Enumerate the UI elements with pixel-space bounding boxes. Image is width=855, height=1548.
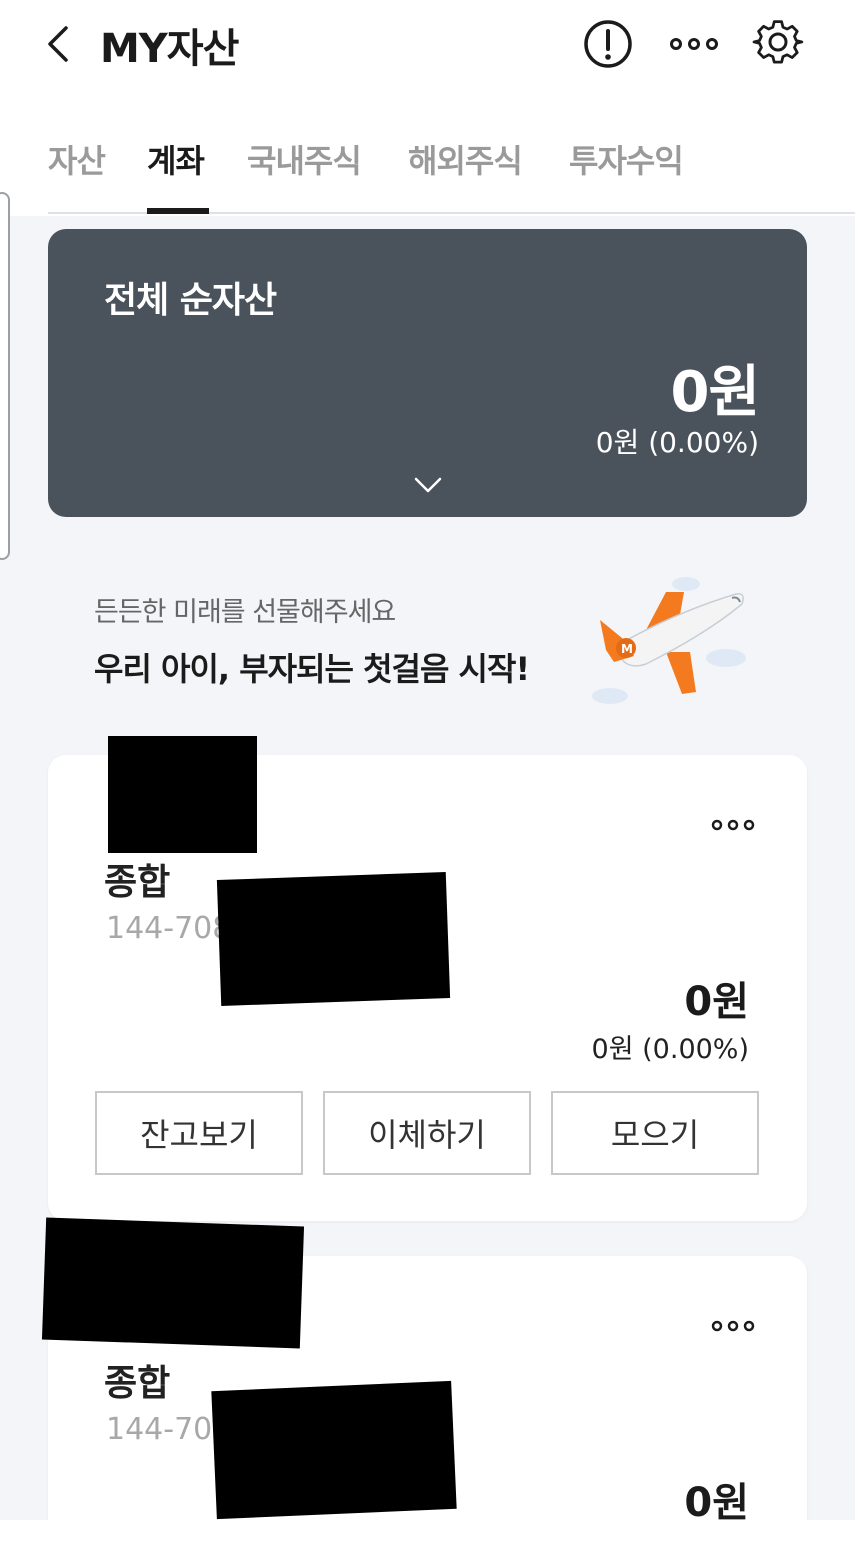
app-header: MY자산 자산 계좌 국내주식 해외주식 투자수익 xyxy=(0,0,855,216)
chevron-down-icon[interactable] xyxy=(412,473,444,497)
net-assets-title: 전체 순자산 xyxy=(104,280,277,321)
redaction-block xyxy=(41,1217,305,1349)
back-icon[interactable] xyxy=(40,22,80,66)
account-type: 종합 xyxy=(104,1363,171,1404)
promo-subtitle: 든든한 미래를 선물해주세요 xyxy=(94,597,396,628)
info-icon[interactable] xyxy=(582,18,634,70)
page-title: MY자산 xyxy=(100,26,239,72)
net-assets-amount: 0원 xyxy=(670,360,760,425)
promo-banner[interactable]: 든든한 미래를 선물해주세요 우리 아이, 부자되는 첫걸음 시작! M xyxy=(0,560,855,710)
svg-text:M: M xyxy=(621,642,633,656)
account-type: 종합 xyxy=(104,862,171,903)
save-button[interactable]: 모으기 xyxy=(551,1091,759,1175)
side-drawer-handle[interactable] xyxy=(0,192,10,560)
tab-bar: 자산 계좌 국내주식 해외주식 투자수익 xyxy=(0,126,855,216)
redaction-block xyxy=(216,872,451,1006)
tab-domestic-stocks[interactable]: 국내주식 xyxy=(247,136,362,182)
account-number: 144-70 xyxy=(106,1412,213,1447)
airplane-icon: M xyxy=(592,577,746,704)
redaction-block xyxy=(108,736,257,853)
more-icon[interactable] xyxy=(709,815,757,835)
transfer-button[interactable]: 이체하기 xyxy=(323,1091,531,1175)
settings-icon[interactable] xyxy=(752,18,804,70)
net-assets-change: 0원 (0.00%) xyxy=(595,426,759,459)
redaction-block xyxy=(211,1380,457,1520)
active-tab-indicator xyxy=(147,208,209,214)
bottom-bar xyxy=(0,1520,855,1548)
account-number: 144-708 xyxy=(106,911,232,946)
net-assets-card[interactable]: 전체 순자산 0원 0원 (0.00%) xyxy=(48,229,807,517)
account-change: 0원 (0.00%) xyxy=(591,1034,749,1065)
account-balance: 0원 xyxy=(684,979,749,1025)
more-icon[interactable] xyxy=(668,18,720,70)
more-icon[interactable] xyxy=(709,1316,757,1336)
tab-overseas-stocks[interactable]: 해외주식 xyxy=(408,136,523,182)
view-balance-button[interactable]: 잔고보기 xyxy=(95,1091,303,1175)
tab-assets[interactable]: 자산 xyxy=(48,136,106,182)
tab-accounts[interactable]: 계좌 xyxy=(147,136,205,182)
promo-headline: 우리 아이, 부자되는 첫걸음 시작! xyxy=(94,650,530,688)
tab-investment-returns[interactable]: 투자수익 xyxy=(569,136,684,182)
